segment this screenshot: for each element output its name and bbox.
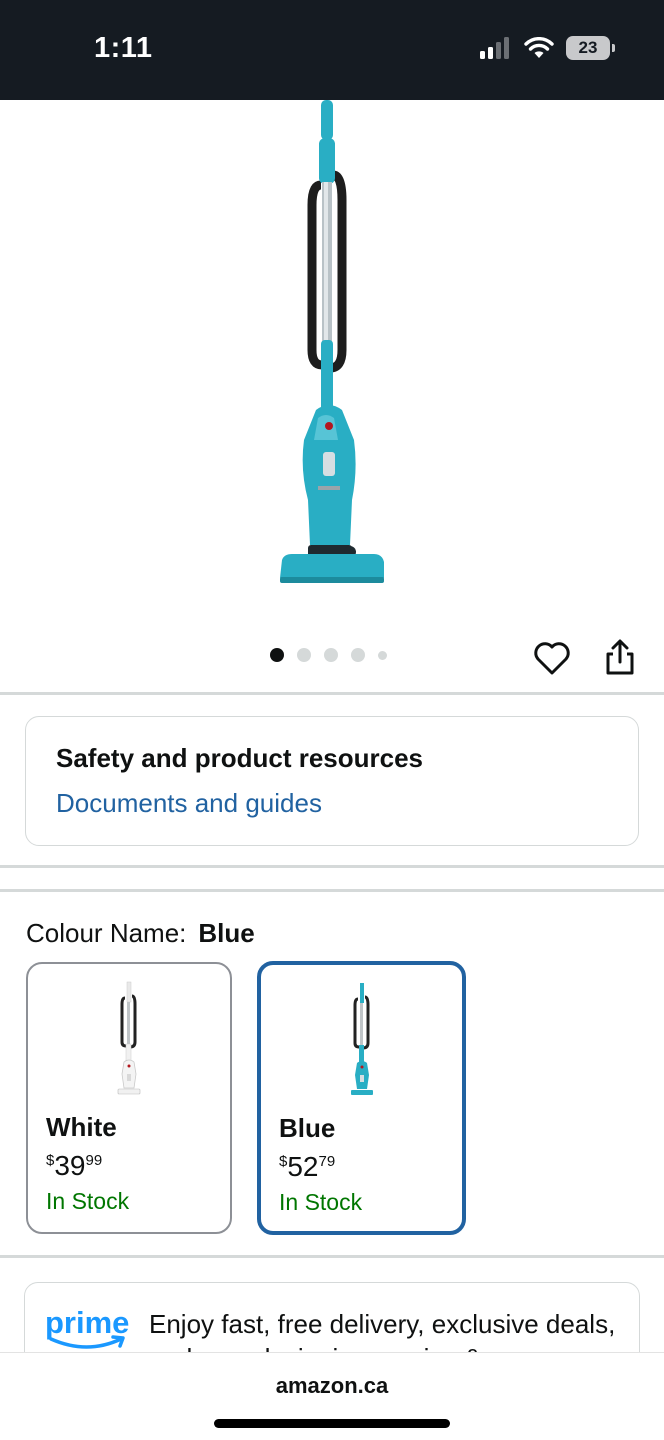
cellular-signal-icon	[480, 37, 509, 59]
carousel-dot[interactable]	[297, 648, 311, 662]
vacuum-illustration	[280, 100, 384, 583]
browser-bar: amazon.ca	[0, 1352, 664, 1440]
status-icons: 23	[480, 36, 615, 60]
colour-option-blue[interactable]: Blue $5279 In Stock	[257, 961, 466, 1235]
section-divider	[0, 865, 664, 868]
stock-status: In Stock	[279, 1189, 363, 1215]
price-whole: 52	[287, 1151, 319, 1182]
swatch-name: Blue	[279, 1113, 336, 1143]
price-whole: 39	[54, 1150, 86, 1181]
prime-smile-icon	[49, 1335, 125, 1349]
carousel-dot[interactable]	[324, 648, 338, 662]
carousel-dot[interactable]	[351, 648, 365, 662]
status-bar: 1:11 23	[0, 0, 664, 100]
swatch-price: $3999	[46, 1150, 102, 1182]
share-icon	[606, 639, 634, 675]
price-currency: $	[46, 1152, 55, 1169]
documents-guides-link[interactable]: Documents and guides	[56, 788, 608, 819]
product-image[interactable]	[0, 100, 664, 630]
price-fraction: 79	[318, 1153, 336, 1170]
white-vacuum-thumbnail	[117, 981, 141, 1095]
heart-icon	[534, 642, 570, 675]
price-fraction: 99	[85, 1152, 103, 1169]
wifi-icon	[524, 37, 554, 58]
colour-label: Colour Name: Blue	[26, 918, 255, 949]
carousel-dot[interactable]	[378, 650, 387, 660]
resources-title: Safety and product resources	[56, 743, 423, 773]
swatch-name: White	[46, 1112, 117, 1142]
home-indicator[interactable]	[214, 1419, 450, 1428]
carousel-indicator[interactable]	[270, 648, 387, 662]
colour-selected-value: Blue	[198, 918, 255, 948]
stock-status: In Stock	[46, 1188, 130, 1214]
section-divider	[0, 692, 664, 695]
price-currency: $	[279, 1153, 288, 1170]
carousel-dot[interactable]	[270, 648, 284, 662]
status-time: 1:11	[94, 32, 153, 64]
safety-resources-card: Safety and product resources Documents a…	[25, 716, 639, 846]
share-button[interactable]	[602, 638, 638, 678]
section-divider	[0, 1255, 664, 1258]
swatch-price: $5279	[279, 1151, 335, 1183]
colour-option-white[interactable]: White $3999 In Stock	[26, 962, 232, 1234]
section-divider	[0, 889, 664, 892]
blue-vacuum-thumbnail	[351, 983, 373, 1095]
colour-label-text: Colour Name:	[26, 918, 187, 948]
wishlist-button[interactable]	[532, 638, 572, 678]
battery-icon: 23	[566, 36, 615, 60]
url-display[interactable]: amazon.ca	[0, 1373, 664, 1399]
